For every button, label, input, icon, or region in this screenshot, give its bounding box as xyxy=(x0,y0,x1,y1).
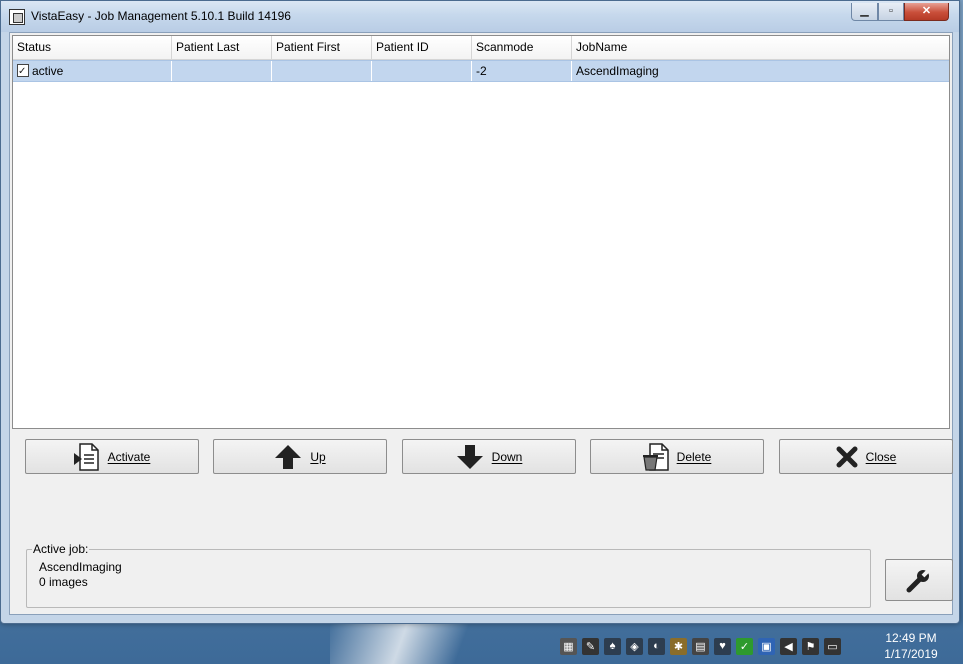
desktop-glare xyxy=(330,618,490,664)
table-row[interactable]: active -2 AscendImaging xyxy=(13,60,949,82)
arrow-down-icon xyxy=(456,444,483,469)
arrow-up-icon xyxy=(275,444,302,469)
active-job-legend: Active job: xyxy=(32,542,90,556)
clipboard-icon[interactable]: ▤ xyxy=(692,637,709,655)
column-header-jobname[interactable]: JobName xyxy=(572,36,949,59)
activate-label: Activate xyxy=(107,449,151,464)
column-header-patient-first[interactable]: Patient First xyxy=(272,36,372,59)
column-header-patient-id[interactable]: Patient ID xyxy=(372,36,472,59)
wrench-icon xyxy=(906,567,932,593)
close-window-button[interactable]: ✕ xyxy=(904,3,949,21)
x-icon xyxy=(836,446,858,467)
minimize-button[interactable]: ▁ xyxy=(851,3,878,21)
cell-patient-last xyxy=(172,61,272,81)
delete-label: Delete xyxy=(676,449,712,464)
table-header: Status Patient Last Patient First Patien… xyxy=(13,36,949,60)
active-job-image-count: 0 images xyxy=(39,575,88,589)
checklist-icon xyxy=(17,62,29,82)
network-icon[interactable]: ▣ xyxy=(758,637,775,655)
clock-time: 12:49 PM xyxy=(885,631,937,645)
close-label: Close xyxy=(865,449,897,464)
close-button[interactable]: Close xyxy=(779,439,953,474)
column-header-scanmode[interactable]: Scanmode xyxy=(472,36,572,59)
title-bar[interactable]: VistaEasy - Job Management 5.10.1 Build … xyxy=(1,1,959,32)
maximize-button[interactable]: ▫ xyxy=(878,3,904,21)
app-icon[interactable] xyxy=(9,9,25,25)
document-arrow-icon xyxy=(73,442,99,471)
cell-jobname: AscendImaging xyxy=(576,64,659,78)
app-icon[interactable]: ▦ xyxy=(560,637,577,655)
down-button[interactable]: Down xyxy=(402,439,576,474)
status-text: active xyxy=(32,64,64,78)
system-tray: ▦ ✎ ♠ ◈ ◐ ✱ ▤ ♥ ✓ ▣ ◀ ⚑ ▭ xyxy=(560,632,841,660)
activate-button[interactable]: Activate xyxy=(25,439,199,474)
column-header-patient-last[interactable]: Patient Last xyxy=(172,36,272,59)
tooth-icon[interactable]: ♥ xyxy=(714,637,731,655)
delete-button[interactable]: Delete xyxy=(590,439,764,474)
check-icon[interactable]: ✓ xyxy=(736,637,753,655)
cell-status: active xyxy=(13,61,172,82)
shield-icon[interactable]: ◈ xyxy=(626,637,643,655)
tools-icon[interactable]: ✱ xyxy=(670,637,687,655)
display-icon[interactable]: ▭ xyxy=(824,637,841,655)
clock-date: 1/17/2019 xyxy=(884,647,938,661)
headset-icon[interactable]: ◐ xyxy=(648,637,665,655)
job-table[interactable]: Status Patient Last Patient First Patien… xyxy=(12,35,950,429)
up-label: Up xyxy=(310,449,326,464)
active-job-name: AscendImaging xyxy=(39,560,122,574)
down-label: Down xyxy=(491,449,523,464)
window-title: VistaEasy - Job Management 5.10.1 Build … xyxy=(31,9,291,23)
volume-muted-icon[interactable]: ◀ xyxy=(780,637,797,655)
pen-icon[interactable]: ✎ xyxy=(582,637,599,655)
trash-document-icon xyxy=(642,442,669,471)
client-area: Status Patient Last Patient First Patien… xyxy=(9,32,953,615)
tooth-icon[interactable]: ♠ xyxy=(604,637,621,655)
settings-button[interactable] xyxy=(885,559,953,601)
flag-icon[interactable]: ⚑ xyxy=(802,637,819,655)
column-header-status[interactable]: Status xyxy=(13,36,172,59)
active-job-group: Active job: AscendImaging 0 images xyxy=(26,542,871,608)
job-management-window: VistaEasy - Job Management 5.10.1 Build … xyxy=(0,0,960,624)
cell-patient-id xyxy=(372,61,472,81)
up-button[interactable]: Up xyxy=(213,439,387,474)
cell-patient-first xyxy=(272,61,372,81)
cell-scanmode: -2 xyxy=(472,61,572,81)
taskbar-clock[interactable]: 12:49 PM 1/17/2019 xyxy=(878,630,944,662)
